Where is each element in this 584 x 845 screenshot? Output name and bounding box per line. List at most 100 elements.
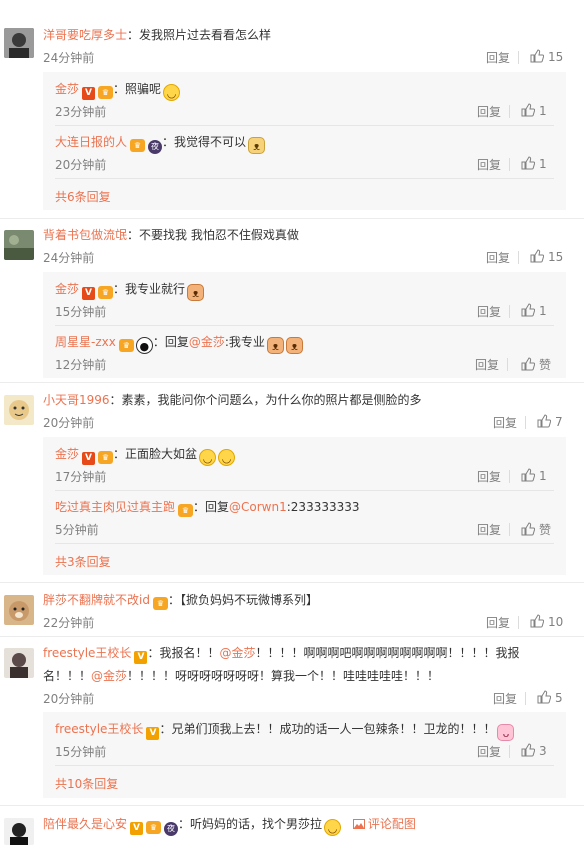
comment-item: 背着书包做流氓：不要找我 我怕忍不住假戏真做 24分钟前 回复 15 金莎 V ♛：… bbox=[0, 220, 584, 380]
user-name[interactable]: 胖莎不翻牌就不改id bbox=[43, 593, 150, 607]
timestamp: 20分钟前 bbox=[43, 416, 95, 430]
divider bbox=[509, 745, 510, 758]
thumb-up-icon bbox=[521, 743, 535, 757]
divider bbox=[0, 636, 584, 637]
reply-button[interactable]: 回复 bbox=[486, 249, 510, 266]
avatar[interactable] bbox=[4, 818, 34, 845]
crown-badge-icon: ♛ bbox=[178, 504, 194, 517]
user-name[interactable]: 背着书包做流氓 bbox=[43, 228, 127, 242]
like-button[interactable]: 3 bbox=[521, 743, 547, 758]
reply-button[interactable]: 回复 bbox=[477, 156, 501, 173]
reply-body: 大连日报的人 ♛ 夜：我觉得不可以 ᴥ bbox=[55, 134, 266, 154]
crown-badge-icon: ♛ bbox=[152, 597, 168, 610]
reply-text-prefix: ：回复 bbox=[193, 500, 230, 514]
more-replies-link[interactable]: 共10条回复 bbox=[55, 775, 118, 792]
divider bbox=[509, 158, 510, 171]
cat-emoji-icon: ᴥ bbox=[187, 284, 205, 301]
reply-button[interactable]: 回复 bbox=[477, 521, 501, 538]
reply-button[interactable]: 回复 bbox=[486, 49, 510, 66]
like-button[interactable]: 1 bbox=[521, 468, 547, 483]
dog-emoji-icon: ᴥ bbox=[248, 137, 266, 154]
user-name[interactable]: 金莎 bbox=[55, 282, 79, 296]
thumb-up-icon bbox=[537, 414, 551, 428]
divider bbox=[0, 805, 584, 806]
divider bbox=[509, 523, 510, 536]
smile-emoji-icon: ◡ bbox=[199, 449, 217, 466]
user-name[interactable]: 小天哥1996 bbox=[43, 393, 110, 407]
reply-body: 金莎 V ♛ ：照骗呢 ◡ bbox=[55, 81, 181, 101]
comment-item: 陪伴最久是心安 V ♛ 夜：听妈妈的话，找个男莎拉 ◡ 评论配图 bbox=[0, 808, 584, 845]
mention-link[interactable]: @金莎 bbox=[91, 669, 127, 683]
timestamp: 23分钟前 bbox=[55, 105, 107, 119]
more-replies-link[interactable]: 共6条回复 bbox=[55, 188, 111, 205]
like-button[interactable]: 10 bbox=[530, 614, 563, 629]
divider bbox=[0, 218, 584, 219]
like-button[interactable]: 赞 bbox=[521, 356, 551, 373]
user-name[interactable]: freestyle王校长 bbox=[43, 646, 131, 660]
like-button[interactable]: 5 bbox=[537, 690, 563, 705]
like-count: 1 bbox=[539, 469, 547, 483]
user-name[interactable]: 吃过真主肉见过真主跑 bbox=[55, 500, 175, 514]
reply-list: 金莎 V ♛ ：我专业就行 ᴥ 15分钟前 回复 1 周星星-zxx ♛ ● ：回复@金莎:我… bbox=[43, 272, 566, 378]
like-count: 赞 bbox=[539, 358, 552, 372]
like-count: 15 bbox=[548, 250, 564, 264]
timestamp: 12分钟前 bbox=[55, 358, 107, 372]
comment-text: ：【掀负妈妈不玩微博系列】 bbox=[167, 593, 318, 607]
user-name[interactable]: 大连日报的人 bbox=[55, 135, 127, 149]
user-name[interactable]: 洋哥要吃厚多士 bbox=[43, 28, 127, 42]
divider bbox=[0, 582, 584, 583]
like-button[interactable]: 1 bbox=[521, 156, 547, 171]
avatar[interactable] bbox=[4, 648, 34, 678]
avatar[interactable] bbox=[4, 395, 34, 425]
comment-text: 名！！！ bbox=[43, 669, 92, 683]
mention-link[interactable]: @金莎 bbox=[189, 335, 225, 349]
divider bbox=[55, 490, 554, 491]
reply-button[interactable]: 回复 bbox=[486, 614, 510, 631]
divider bbox=[55, 325, 554, 326]
like-button[interactable]: 15 bbox=[530, 249, 563, 264]
reply-button[interactable]: 回复 bbox=[493, 414, 517, 431]
user-name[interactable]: 金莎 bbox=[55, 82, 79, 96]
like-button[interactable]: 7 bbox=[537, 414, 563, 429]
thumb-up-icon bbox=[521, 468, 535, 482]
like-button[interactable]: 1 bbox=[521, 103, 547, 118]
avatar[interactable] bbox=[4, 595, 34, 625]
like-button[interactable]: 15 bbox=[530, 49, 563, 64]
reply-button[interactable]: 回复 bbox=[493, 690, 517, 707]
divider bbox=[55, 125, 554, 126]
timestamp: 15分钟前 bbox=[55, 745, 107, 759]
avatar[interactable] bbox=[4, 28, 34, 58]
reply-body: 金莎 V ♛ ：正面脸大如盆 ◡ ◡ bbox=[55, 446, 236, 466]
reply-button[interactable]: 回复 bbox=[477, 303, 501, 320]
user-name[interactable]: 金莎 bbox=[55, 447, 79, 461]
night-badge-icon: 夜 bbox=[164, 822, 179, 836]
mention-link[interactable]: @金莎 bbox=[219, 646, 255, 660]
user-name[interactable]: 周星星-zxx bbox=[55, 335, 116, 349]
comment-body: 陪伴最久是心安 V ♛ 夜：听妈妈的话，找个男莎拉 ◡ 评论配图 bbox=[43, 816, 416, 836]
verified-v-icon: V bbox=[146, 727, 160, 740]
night-badge-icon: 夜 bbox=[148, 140, 163, 154]
mention-link[interactable]: @Corwn1 bbox=[229, 500, 287, 514]
comment-text: ：我报名！！ bbox=[147, 646, 220, 660]
user-name[interactable]: 陪伴最久是心安 bbox=[43, 817, 127, 831]
comment-item: 胖莎不翻牌就不改id ♛ ：【掀负妈妈不玩微博系列】 22分钟前 回复 10 bbox=[0, 585, 584, 635]
user-name[interactable]: freestyle王校长 bbox=[55, 722, 143, 736]
reply-button[interactable]: 回复 bbox=[477, 103, 501, 120]
timestamp: 24分钟前 bbox=[43, 251, 95, 265]
like-button[interactable]: 赞 bbox=[521, 521, 551, 538]
crown-badge-icon: ♛ bbox=[146, 821, 162, 834]
reply-text: :233333333 bbox=[286, 500, 360, 514]
like-count: 15 bbox=[548, 50, 564, 64]
reply-button[interactable]: 回复 bbox=[477, 468, 501, 485]
reply-button[interactable]: 回复 bbox=[475, 356, 499, 373]
pic-comment-link[interactable]: 评论配图 bbox=[352, 817, 416, 831]
avatar[interactable] bbox=[4, 230, 34, 260]
verified-v-icon: V bbox=[82, 87, 96, 100]
reply-button[interactable]: 回复 bbox=[477, 743, 501, 760]
like-button[interactable]: 1 bbox=[521, 303, 547, 318]
like-count: 5 bbox=[555, 691, 563, 705]
timestamp: 22分钟前 bbox=[43, 616, 95, 630]
comment-body-line-1: freestyle王校长 V ：我报名！！@金莎！！！！啊啊啊吧啊啊啊啊啊啊啊啊！！… bbox=[43, 645, 519, 664]
divider bbox=[525, 692, 526, 705]
more-replies-link[interactable]: 共3条回复 bbox=[55, 553, 111, 570]
